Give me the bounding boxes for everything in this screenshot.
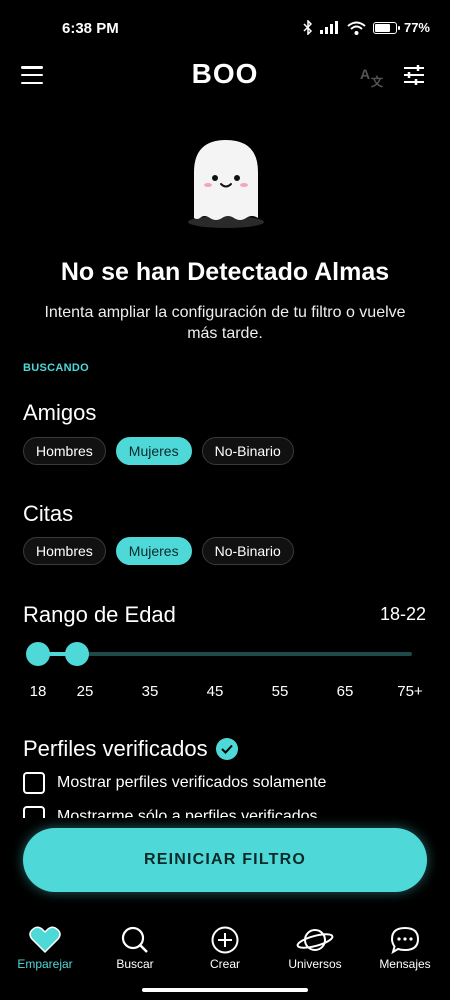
- status-bar: 6:38 PM 77%: [0, 0, 450, 56]
- reset-filter-button[interactable]: REINICIAR FILTRO: [23, 828, 427, 892]
- friends-option-hombres[interactable]: Hombres: [23, 437, 106, 465]
- friends-options: Hombres Mujeres No-Binario: [23, 437, 294, 465]
- planet-icon: [296, 929, 334, 951]
- dates-options: Hombres Mujeres No-Binario: [23, 537, 294, 565]
- show-me-verified-label: Mostrarme sólo a perfiles verificados: [57, 808, 318, 818]
- app-header: BOO A 文: [0, 56, 450, 96]
- empty-state-subtitle: Intenta ampliar la configuración de tu f…: [44, 304, 406, 342]
- verified-check-icon: [215, 738, 238, 760]
- nav-item-emparejar[interactable]: Emparejar: [0, 926, 90, 971]
- nav-label: Mensajes: [379, 957, 431, 971]
- battery-icon: [372, 21, 400, 34]
- searching-label: BUSCANDO: [23, 362, 89, 374]
- age-tick: 65: [336, 683, 354, 700]
- heart-icon: [29, 926, 61, 954]
- wifi-icon: [347, 21, 366, 35]
- dates-option-mujeres[interactable]: Mujeres: [115, 537, 192, 565]
- nav-item-buscar[interactable]: Buscar: [90, 926, 180, 971]
- scroll-clip: Mostrarme sólo a perfiles verificados: [0, 800, 450, 818]
- home-indicator: [142, 988, 308, 992]
- status-time: 6:38 PM: [62, 20, 119, 37]
- empty-state-title: No se han Detectado Almas: [60, 258, 390, 286]
- dates-title: Citas: [23, 501, 74, 526]
- nav-item-mensajes[interactable]: Mensajes: [360, 926, 450, 971]
- nav-item-universos[interactable]: Universos: [270, 926, 360, 971]
- dates-option-hombres[interactable]: Hombres: [23, 537, 106, 565]
- translate-icon[interactable]: A 文: [360, 64, 386, 88]
- friends-option-mujeres[interactable]: Mujeres: [115, 437, 192, 465]
- verified-only-option[interactable]: Mostrar perfiles verificados solamente: [23, 772, 326, 794]
- show-me-verified-option[interactable]: Mostrarme sólo a perfiles verificados: [23, 806, 318, 818]
- age-tick: 25: [76, 683, 94, 700]
- age-slider-track[interactable]: [38, 652, 412, 656]
- verified-profiles-title: Perfiles verificados: [23, 736, 238, 762]
- dates-option-no-binario[interactable]: No-Binario: [201, 537, 294, 565]
- bluetooth-icon: [303, 20, 313, 35]
- signal-icon: [319, 21, 338, 34]
- age-tick: 18: [29, 683, 47, 700]
- show-me-verified-checkbox[interactable]: [23, 806, 45, 818]
- age-tick: 45: [206, 683, 224, 700]
- battery-percentage: 77%: [403, 20, 430, 35]
- nav-label: Universos: [288, 957, 342, 971]
- nav-item-crear[interactable]: Crear: [180, 926, 270, 971]
- verified-profiles-label: Perfiles verificados: [23, 736, 208, 761]
- svg-text:文: 文: [371, 74, 384, 88]
- nav-label: Buscar: [116, 957, 154, 971]
- filter-icon[interactable]: [402, 63, 426, 87]
- bottom-navigation: Emparejar Buscar Crear Universos Mensaje…: [0, 920, 450, 980]
- age-tick: 75+: [397, 683, 423, 700]
- age-slider-min-thumb[interactable]: [26, 642, 50, 666]
- verified-only-label: Mostrar perfiles verificados solamente: [57, 774, 327, 791]
- status-icons: 77%: [303, 20, 430, 35]
- nav-label: Crear: [209, 957, 240, 971]
- verified-only-checkbox[interactable]: [23, 772, 45, 794]
- search-icon: [121, 926, 148, 953]
- age-tick: 35: [141, 683, 159, 700]
- plus-circle-icon: [211, 926, 239, 954]
- chat-bubble-icon: [390, 926, 420, 954]
- age-tick: 55: [271, 683, 289, 700]
- nav-label: Emparejar: [17, 957, 73, 971]
- friends-option-no-binario[interactable]: No-Binario: [201, 437, 294, 465]
- ghost-mascot-icon: [188, 140, 264, 228]
- age-range-value: 18-22: [379, 604, 426, 624]
- age-slider-ticks: 18 25 35 45 55 65 75+: [0, 683, 450, 703]
- svg-text:A: A: [360, 66, 370, 82]
- friends-title: Amigos: [23, 400, 97, 425]
- age-slider-max-thumb[interactable]: [64, 642, 89, 666]
- age-range-title: Rango de Edad: [23, 602, 176, 627]
